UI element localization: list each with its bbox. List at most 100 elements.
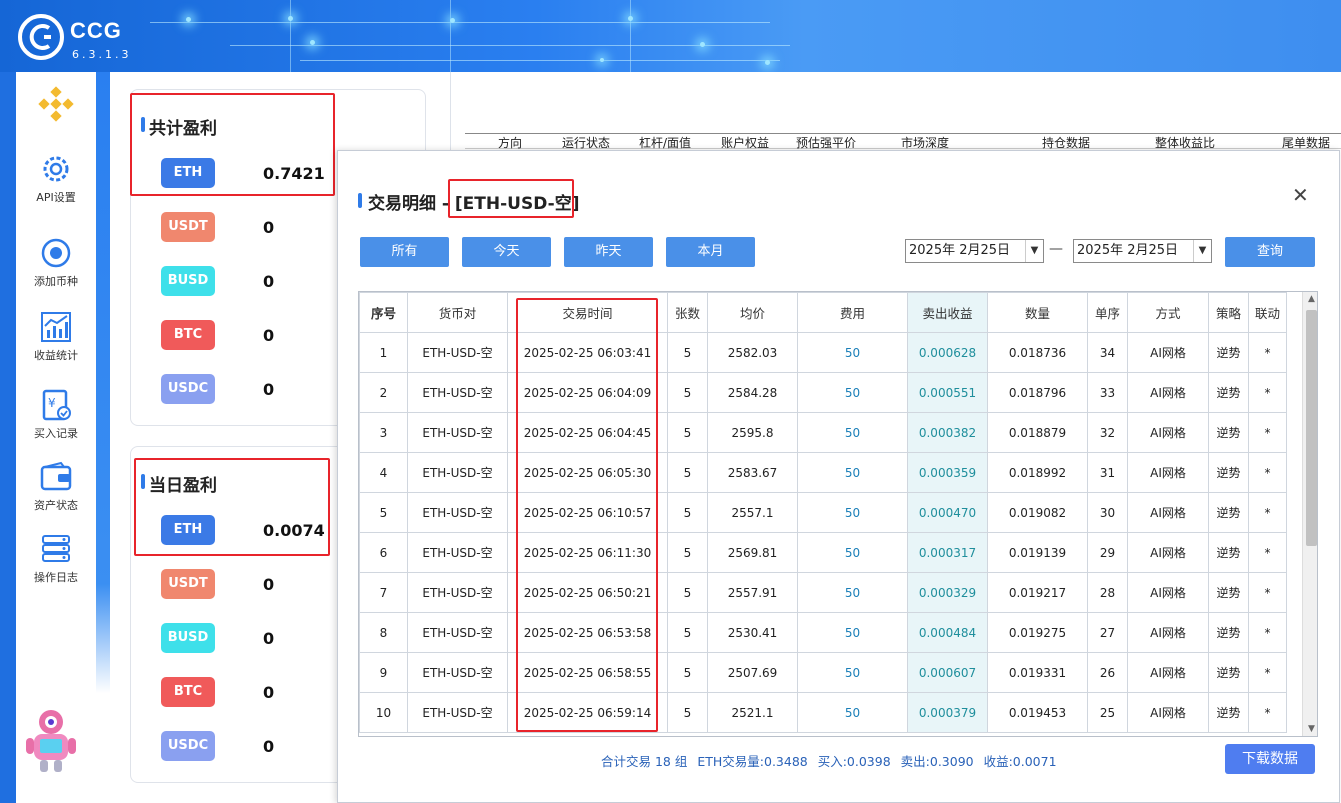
sidebar-item-profit-stats[interactable]: 收益统计 [16, 310, 96, 380]
scroll-down-icon[interactable]: ▼ [1303, 724, 1317, 734]
table-row[interactable]: 7 ETH-USD-空 2025-02-25 06:50:21 5 2557.91 50 0… [359, 572, 1287, 613]
filter-this-month-button[interactable]: 本月 [666, 237, 755, 267]
cell-sell-profit: 0.000382 [907, 412, 988, 453]
cell-contracts: 5 [667, 332, 708, 373]
cell-sell-profit: 0.000484 [907, 612, 988, 653]
query-button[interactable]: 查询 [1225, 237, 1315, 267]
header-decoration [450, 0, 451, 72]
header-decoration [150, 22, 770, 23]
cell-pair: ETH-USD-空 [407, 532, 508, 573]
sidebar-item-operation-log[interactable]: 操作日志 [16, 532, 96, 602]
coin-badge-usdc: USDC [161, 374, 215, 404]
column-header[interactable]: 策略 [1208, 292, 1249, 333]
cell-fee: 50 [797, 372, 908, 413]
cell-quantity: 0.019453 [987, 692, 1088, 733]
column-header[interactable]: 均价 [707, 292, 798, 333]
scrollbar-thumb[interactable] [1306, 310, 1317, 546]
cell-sell-profit: 0.000379 [907, 692, 988, 733]
cell-index: 3 [359, 412, 408, 453]
sidebar-item-label: 操作日志 [34, 571, 78, 584]
cell-method: AI网格 [1127, 612, 1209, 653]
table-row[interactable]: 10 ETH-USD-空 2025-02-25 06:59:14 5 2521.1 50 0… [359, 692, 1287, 733]
column-header[interactable]: 单序 [1087, 292, 1128, 333]
chevron-down-icon[interactable]: ▼ [1193, 240, 1211, 262]
coin-badge-busd: BUSD [161, 266, 215, 296]
background-table-header: 方向 运行状态 杠杆/面值 账户权益 预估强平价 市场深度 持仓数据 整体收益比… [465, 133, 1341, 150]
sidebar-item-label: 添加币种 [34, 275, 78, 288]
scroll-up-icon[interactable]: ▲ [1303, 294, 1317, 304]
filter-yesterday-button[interactable]: 昨天 [564, 237, 653, 267]
cell-order-seq: 33 [1087, 372, 1128, 413]
cell-quantity: 0.018736 [987, 332, 1088, 373]
top-header: CCG 6.3.1.3 [0, 0, 1341, 72]
coin-badge-btc: BTC [161, 320, 215, 350]
sidebar-item-api-settings[interactable]: API设置 [16, 152, 96, 222]
date-from-picker[interactable]: 2025年 2月25日 ▼ [905, 239, 1044, 263]
cell-sell-profit: 0.000607 [907, 652, 988, 693]
column-header[interactable]: 货币对 [407, 292, 508, 333]
cell-method: AI网格 [1127, 532, 1209, 573]
summary-buy: 买入:0.0398 [817, 754, 891, 769]
app-logo-icon [18, 14, 64, 60]
table-row[interactable]: 4 ETH-USD-空 2025-02-25 06:05:30 5 2583.67 50 0… [359, 452, 1287, 493]
cell-fee: 50 [797, 332, 908, 373]
cell-fee: 50 [797, 652, 908, 693]
close-icon[interactable]: ✕ [1292, 183, 1309, 207]
modal-title-prefix: 交易明细 - [368, 194, 455, 214]
table-row[interactable]: 5 ETH-USD-空 2025-02-25 06:10:57 5 2557.1 50 0.… [359, 492, 1287, 533]
column-header: 预估强平价 [796, 136, 857, 150]
column-header[interactable]: 序号 [359, 292, 408, 333]
sidebar-item-buy-records[interactable]: ¥ 买入记录 [16, 388, 96, 458]
trade-detail-modal: 交易明细 - [ETH-USD-空] ✕ 所有 今天 昨天 本月 2025年 2… [337, 150, 1340, 803]
cell-pair: ETH-USD-空 [407, 452, 508, 493]
header-glow [288, 16, 293, 21]
sidebar-edge [96, 72, 110, 803]
summary-count: 合计交易 18 组 [601, 754, 688, 769]
cell-contracts: 5 [667, 652, 708, 693]
table-row[interactable]: 3 ETH-USD-空 2025-02-25 06:04:45 5 2595.8 50 0.… [359, 412, 1287, 453]
cell-method: AI网格 [1127, 692, 1209, 733]
column-header[interactable]: 联动 [1248, 292, 1287, 333]
column-header[interactable]: 费用 [797, 292, 908, 333]
table-header-row: 序号 货币对 交易时间 张数 均价 费用 卖出收益 数量 单序 方式 策略 联动 [359, 292, 1287, 333]
cell-linked: * [1248, 532, 1287, 573]
filter-today-button[interactable]: 今天 [462, 237, 551, 267]
cell-method: AI网格 [1127, 572, 1209, 613]
cell-fee: 50 [797, 612, 908, 653]
vertical-scrollbar[interactable]: ▲ ▼ [1302, 292, 1317, 736]
chevron-down-icon[interactable]: ▼ [1025, 240, 1043, 262]
table-row[interactable]: 2 ETH-USD-空 2025-02-25 06:04:09 5 2584.28 50 0… [359, 372, 1287, 413]
cell-index: 9 [359, 652, 408, 693]
column-header[interactable]: 张数 [667, 292, 708, 333]
sidebar-item-label: 资产状态 [34, 499, 78, 512]
cell-fee: 50 [797, 572, 908, 613]
cell-order-seq: 27 [1087, 612, 1128, 653]
header-glow [600, 58, 604, 62]
column-header[interactable]: 方式 [1127, 292, 1209, 333]
table-row[interactable]: 9 ETH-USD-空 2025-02-25 06:58:55 5 2507.69 50 0… [359, 652, 1287, 693]
app-version: 6.3.1.3 [72, 48, 132, 61]
cell-quantity: 0.019082 [987, 492, 1088, 533]
sidebar-item-add-coin[interactable]: 添加币种 [16, 236, 96, 306]
column-header: 账户权益 [721, 136, 770, 150]
column-header: 持仓数据 [1042, 136, 1091, 150]
cell-quantity: 0.018992 [987, 452, 1088, 493]
filter-all-button[interactable]: 所有 [360, 237, 449, 267]
cell-avg-price: 2595.8 [707, 412, 798, 453]
download-data-button[interactable]: 下载数据 [1225, 744, 1315, 774]
total-profit-busd-value: 0 [263, 272, 275, 291]
table-row[interactable]: 8 ETH-USD-空 2025-02-25 06:53:58 5 2530.41 50 0… [359, 612, 1287, 653]
sidebar-item-asset-status[interactable]: 资产状态 [16, 460, 96, 530]
date-to-picker[interactable]: 2025年 2月25日 ▼ [1073, 239, 1212, 263]
column-header[interactable]: 数量 [987, 292, 1088, 333]
highlight-box [516, 298, 658, 732]
cell-sell-profit: 0.000628 [907, 332, 988, 373]
cell-pair: ETH-USD-空 [407, 692, 508, 733]
cell-avg-price: 2557.1 [707, 492, 798, 533]
table-row[interactable]: 6 ETH-USD-空 2025-02-25 06:11:30 5 2569.81 50 0… [359, 532, 1287, 573]
highlight-box [134, 458, 330, 556]
column-header[interactable]: 卖出收益 [907, 292, 988, 333]
daily-profit-btc-value: 0 [263, 683, 275, 702]
table-row[interactable]: 1 ETH-USD-空 2025-02-25 06:03:41 5 2582.03 50 0… [359, 332, 1287, 373]
server-icon [42, 535, 70, 562]
